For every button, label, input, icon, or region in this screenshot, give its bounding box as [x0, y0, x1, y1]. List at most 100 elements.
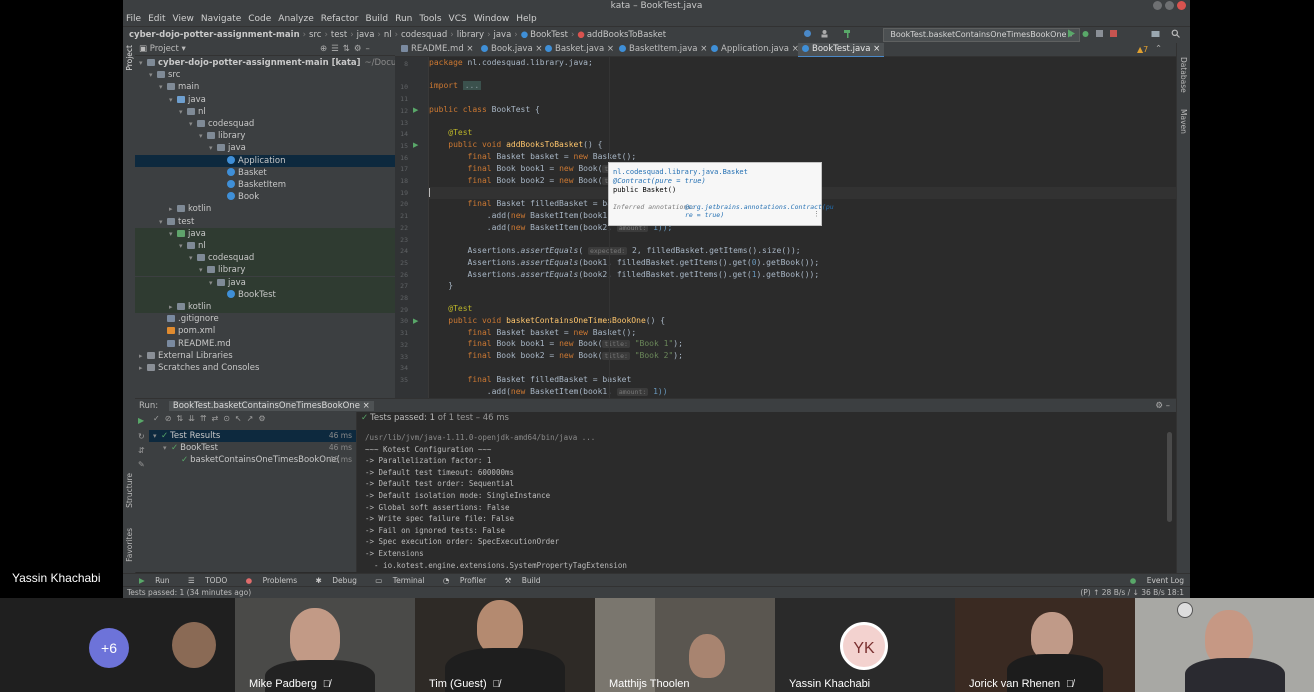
chevron-down-icon[interactable]: ▾: [159, 216, 167, 228]
tab-application[interactable]: Application.java ×: [707, 43, 803, 56]
stop-icon[interactable]: [1109, 29, 1118, 38]
tree-item[interactable]: ▸ External Libraries: [135, 350, 395, 362]
test-toolbar-icons[interactable]: ✓⊘⇅⇊⇈⇄⊙↖↗⚙: [153, 414, 271, 423]
run-console[interactable]: ✓ Tests passed: 1 of 1 test – 46 ms /usr/…: [357, 412, 1176, 572]
tree-item[interactable]: ▾ main: [135, 81, 395, 93]
tree-item[interactable]: Basket: [135, 167, 395, 179]
settings-icon[interactable]: ✎: [138, 460, 145, 469]
popup-inferred-value[interactable]: @org.jetbrains.annotations.Contract(pu: [685, 203, 834, 211]
menu-refactor[interactable]: Refactor: [321, 14, 359, 24]
chevron-down-icon[interactable]: ▾: [169, 94, 177, 106]
rerun-failed-icon[interactable]: ↻: [138, 432, 145, 441]
project-panel-actions[interactable]: ⊕☰⇅⚙–: [320, 43, 374, 55]
tree-item[interactable]: Book: [135, 191, 395, 203]
participant-tile-5[interactable]: Jorick van Rhenen 🎙̸: [955, 598, 1135, 692]
participant-tile-2[interactable]: Tim (Guest) 🎙̸: [415, 598, 595, 692]
maximize-button[interactable]: [1165, 1, 1174, 10]
run-icon[interactable]: [1067, 29, 1076, 38]
tool-run[interactable]: ▶ Run: [131, 576, 170, 585]
tree-item[interactable]: Application: [135, 154, 395, 167]
tool-problems[interactable]: ● Problems: [238, 576, 298, 585]
tree-item[interactable]: ▾ nl: [135, 240, 395, 252]
tool-todo[interactable]: ☰ TODO: [180, 576, 227, 585]
tree-item[interactable]: BasketItem: [135, 179, 395, 191]
breadcrumb-test[interactable]: test: [331, 30, 347, 40]
tree-item[interactable]: ▾ nl: [135, 106, 395, 118]
test-results-row[interactable]: ▾ ✓ Test Results 46 ms: [149, 430, 356, 442]
breadcrumb-method[interactable]: addBooksToBasket: [587, 30, 666, 40]
status-message[interactable]: Tests passed: 1 (34 minutes ago): [127, 588, 251, 597]
folded-imports[interactable]: ...: [462, 81, 482, 90]
test-class-row[interactable]: ▾ ✓ BookTest 46 ms: [149, 442, 356, 454]
hammer-icon[interactable]: [843, 29, 852, 38]
chevron-down-icon[interactable]: ▾: [209, 277, 217, 289]
tree-item[interactable]: ▾ java: [135, 227, 395, 240]
chevron-down-icon[interactable]: ▾: [179, 240, 187, 252]
tool-terminal[interactable]: ▭ Terminal: [367, 576, 424, 585]
chevron-right-icon[interactable]: ▸: [169, 301, 177, 313]
participant-tile-6[interactable]: [1135, 598, 1314, 692]
coverage-icon[interactable]: [1095, 29, 1104, 38]
menu-navigate[interactable]: Navigate: [201, 14, 241, 24]
popup-class-link[interactable]: nl.codesquad.library.java.Basket: [613, 168, 748, 176]
more-participants-button[interactable]: +6: [89, 628, 129, 668]
tool-profiler[interactable]: ◔ Profiler: [435, 576, 486, 585]
breadcrumb-java[interactable]: java: [357, 30, 375, 40]
tree-item[interactable]: ▾ library: [135, 130, 395, 142]
run-gutter-icon[interactable]: ▶: [413, 141, 418, 149]
tab-readme[interactable]: README.md ×: [397, 43, 478, 56]
chevron-down-icon[interactable]: ▾: [139, 57, 147, 69]
menu-help[interactable]: Help: [516, 14, 537, 24]
chevron-right-icon[interactable]: ▸: [139, 350, 147, 362]
debug-icon[interactable]: [1081, 29, 1090, 38]
tool-build[interactable]: ⚒ Build: [497, 576, 541, 585]
code-editor[interactable]: package nl.codesquad.library.java; impor…: [429, 57, 1190, 398]
chevron-down-icon[interactable]: ▾: [209, 142, 217, 154]
run-gutter-icon[interactable]: ▶: [413, 106, 418, 114]
menu-run[interactable]: Run: [395, 14, 412, 24]
favorites-tool-button[interactable]: Favorites: [125, 528, 134, 562]
participant-tile-4[interactable]: YK Yassin Khachabi: [775, 598, 955, 692]
breadcrumb-nl[interactable]: nl: [384, 30, 392, 40]
participant-tile-3[interactable]: Matthijs Thoolen: [595, 598, 775, 692]
popup-annotation[interactable]: @Contract(pure = true): [613, 177, 706, 185]
menu-tools[interactable]: Tools: [419, 14, 441, 24]
run-configuration-select[interactable]: BookTest.basketContainsOneTimesBookOne ▾: [883, 28, 1080, 42]
folder-icon[interactable]: [1151, 29, 1160, 38]
inspection-widget[interactable]: ▲7: [1137, 43, 1148, 56]
chevron-down-icon[interactable]: ▾: [199, 130, 207, 142]
tree-item[interactable]: pom.xml: [135, 325, 395, 337]
chevron-up-icon[interactable]: ⌃: [1155, 43, 1162, 56]
maven-tool-button[interactable]: Maven: [1179, 109, 1188, 134]
participant-tile-1[interactable]: Mike Padberg 🎙̸: [235, 598, 415, 692]
more-icon[interactable]: ⋮: [813, 210, 820, 218]
menu-edit[interactable]: Edit: [148, 14, 165, 24]
tab-book[interactable]: Book.java ×: [477, 43, 547, 56]
tree-item[interactable]: ▸ kotlin: [135, 301, 395, 313]
close-button[interactable]: [1177, 1, 1186, 10]
tree-item[interactable]: ▾ java: [135, 94, 395, 106]
tab-booktest[interactable]: BookTest.java ×: [798, 43, 885, 58]
user-icon[interactable]: [820, 29, 829, 38]
console-scrollbar[interactable]: [1167, 432, 1172, 522]
tree-item[interactable]: ▾ library: [135, 264, 395, 277]
run-tab[interactable]: BookTest.basketContainsOneTimesBookOne ×: [168, 401, 374, 411]
tree-item[interactable]: ▾ test: [135, 216, 395, 228]
tree-item[interactable]: ▾ codesquad: [135, 118, 395, 130]
breadcrumb-java2[interactable]: java: [493, 30, 511, 40]
tree-item[interactable]: ▸ Scratches and Consoles: [135, 362, 395, 374]
menu-file[interactable]: File: [126, 14, 141, 24]
tree-item[interactable]: BookTest: [135, 288, 395, 301]
breadcrumb-codesquad[interactable]: codesquad: [401, 30, 447, 40]
tree-item[interactable]: README.md: [135, 338, 395, 350]
tab-basket[interactable]: Basket.java ×: [541, 43, 618, 56]
chevron-right-icon[interactable]: ▸: [169, 203, 177, 215]
breadcrumb-library[interactable]: library: [457, 30, 484, 40]
tree-item[interactable]: ▾ codesquad: [135, 252, 395, 265]
tool-debug[interactable]: ✱ Debug: [308, 576, 357, 585]
close-icon[interactable]: ×: [873, 44, 880, 54]
menu-analyze[interactable]: Analyze: [278, 14, 313, 24]
database-tool-button[interactable]: Database: [1179, 57, 1188, 93]
rerun-icon[interactable]: ▶: [138, 416, 144, 425]
project-panel-title[interactable]: Project: [150, 44, 179, 54]
